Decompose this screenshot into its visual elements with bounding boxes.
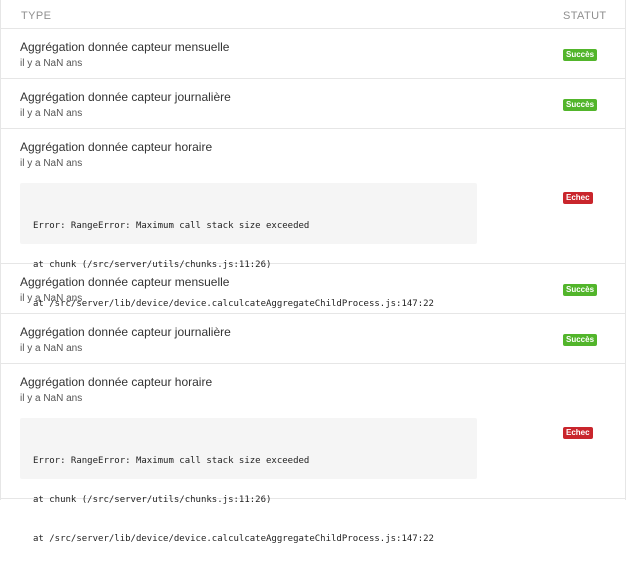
status-badge: Succès bbox=[563, 284, 598, 296]
job-time: il y a NaN ans bbox=[20, 58, 83, 69]
table-row[interactable]: Aggrégation donnée capteur horaire il y … bbox=[1, 364, 625, 544]
error-stack-trace: Error: RangeError: Maximum call stack si… bbox=[20, 418, 477, 544]
job-type: Aggrégation donnée capteur mensuelle bbox=[20, 40, 230, 54]
job-time: il y a NaN ans bbox=[20, 393, 83, 404]
column-header-status[interactable]: STATUT bbox=[563, 10, 607, 22]
status-badge: Succès bbox=[563, 99, 598, 111]
table-row[interactable]: Aggrégation donnée capteur mensuelle il … bbox=[1, 264, 625, 314]
table-row[interactable]: Aggrégation donnée capteur horaire il y … bbox=[1, 129, 625, 309]
job-time: il y a NaN ans bbox=[20, 293, 83, 304]
job-type: Aggrégation donnée capteur mensuelle bbox=[20, 275, 230, 289]
job-history-table: TYPE STATUT Aggrégation donnée capteur m… bbox=[0, 0, 626, 544]
table-row[interactable]: Aggrégation donnée capteur journalière i… bbox=[1, 79, 625, 129]
job-time: il y a NaN ans bbox=[20, 108, 83, 119]
job-time: il y a NaN ans bbox=[20, 343, 83, 354]
error-line: at /src/server/lib/device/device.calculc… bbox=[33, 534, 434, 544]
table-row[interactable]: Aggrégation donnée capteur mensuelle il … bbox=[1, 29, 625, 79]
error-line: Error: RangeError: Maximum call stack si… bbox=[33, 221, 310, 231]
job-type: Aggrégation donnée capteur horaire bbox=[20, 140, 213, 154]
status-badge: Succès bbox=[563, 49, 598, 61]
error-stack-trace: Error: RangeError: Maximum call stack si… bbox=[20, 183, 477, 309]
error-line: Error: RangeError: Maximum call stack si… bbox=[33, 456, 310, 466]
error-line: at chunk (/src/server/utils/chunks.js:11… bbox=[33, 495, 272, 505]
job-type: Aggrégation donnée capteur horaire bbox=[20, 375, 213, 389]
job-type: Aggrégation donnée capteur journalière bbox=[20, 90, 231, 104]
table-header: TYPE STATUT bbox=[1, 0, 625, 29]
status-badge: Succès bbox=[563, 334, 598, 346]
status-badge: Echec bbox=[563, 192, 593, 204]
status-badge: Echec bbox=[563, 427, 593, 439]
job-type: Aggrégation donnée capteur journalière bbox=[20, 325, 231, 339]
job-time: il y a NaN ans bbox=[20, 158, 83, 169]
table-row[interactable]: Aggrégation donnée capteur journalière i… bbox=[1, 314, 625, 364]
column-header-type[interactable]: TYPE bbox=[21, 10, 51, 22]
